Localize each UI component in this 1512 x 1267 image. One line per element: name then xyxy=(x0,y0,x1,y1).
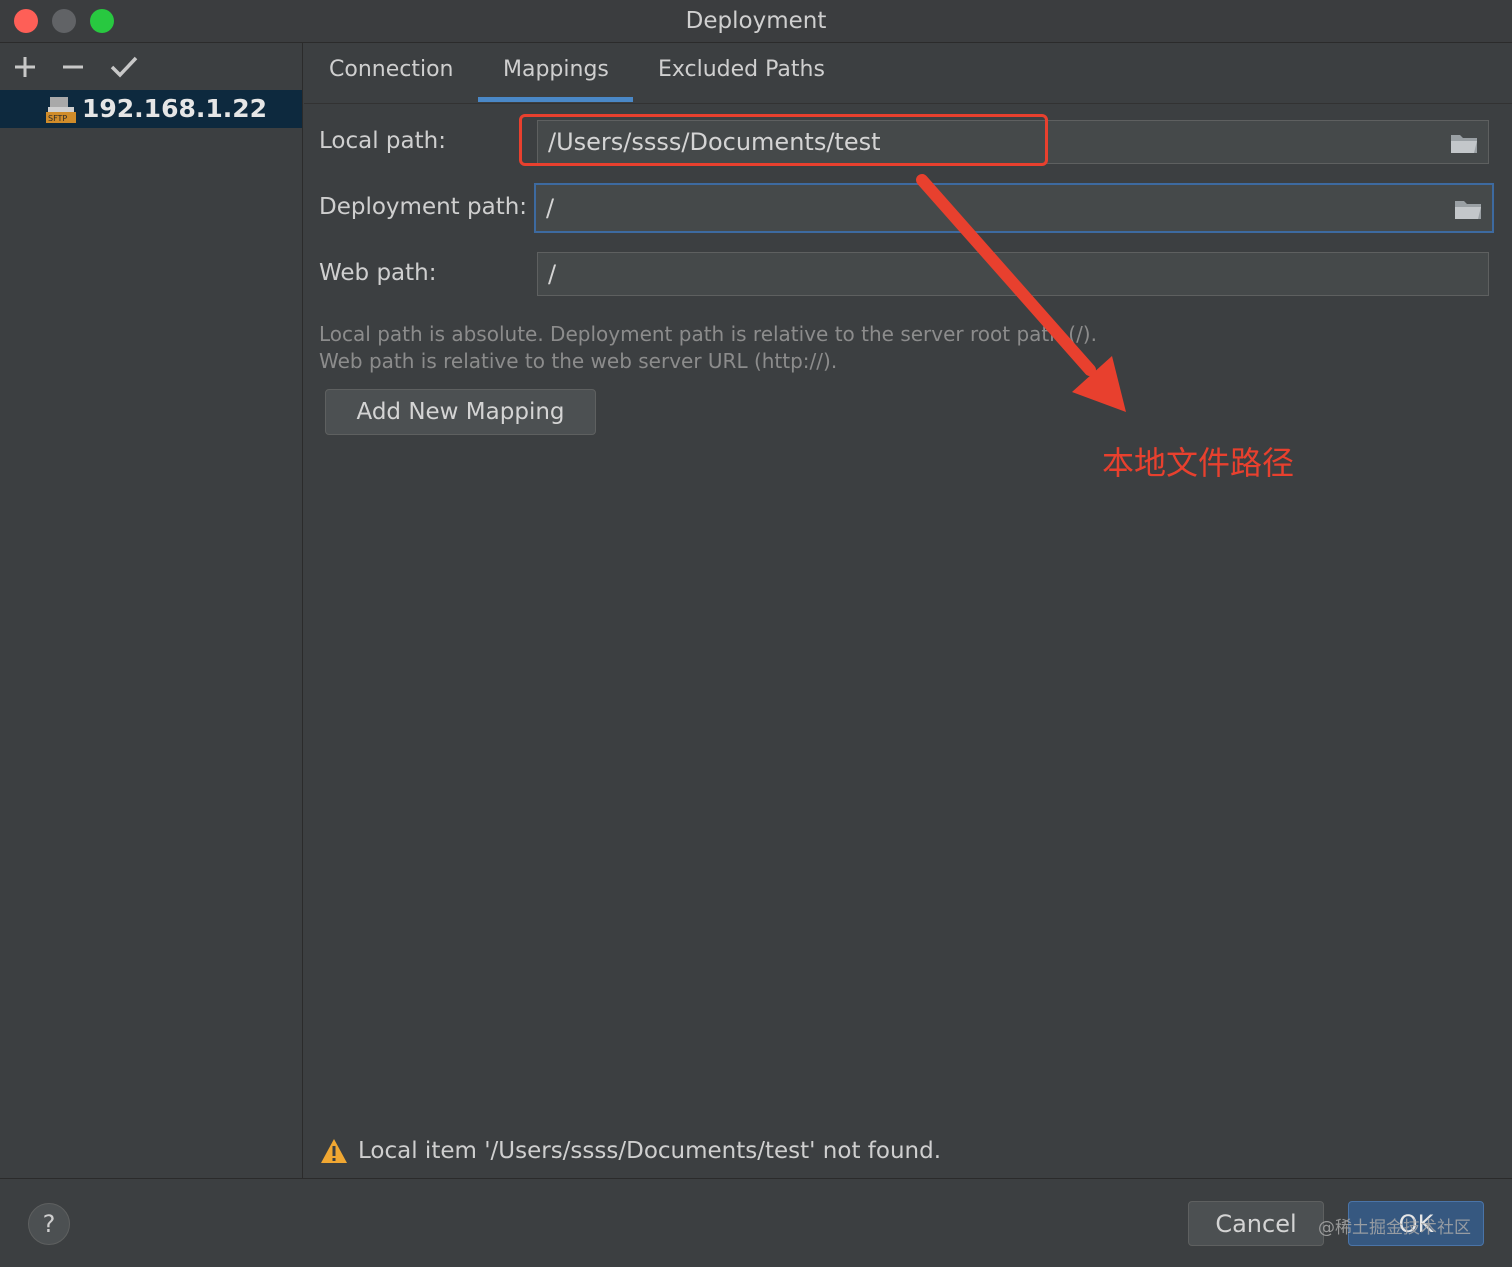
folder-icon[interactable] xyxy=(1450,132,1478,154)
active-tab-indicator xyxy=(478,97,633,102)
plus-icon xyxy=(15,57,35,77)
check-icon xyxy=(110,56,138,78)
window-title: Deployment xyxy=(685,8,827,34)
annotation-arrow-icon xyxy=(916,174,1126,412)
title-bar: Deployment xyxy=(0,0,1512,43)
cancel-button[interactable]: Cancel xyxy=(1188,1201,1324,1246)
sftp-server-icon: SFTP xyxy=(46,97,76,123)
warning-icon xyxy=(321,1139,347,1163)
annotation-highlight-box xyxy=(519,114,1048,166)
tab-connection[interactable]: Connection xyxy=(329,57,453,82)
watermark: @稀土掘金技术社区 xyxy=(1318,1218,1471,1238)
help-button[interactable]: ? xyxy=(28,1203,70,1245)
deployment-path-value: / xyxy=(546,194,555,222)
warning-message: Local item '/Users/ssss/Documents/test' … xyxy=(320,1138,941,1164)
web-path-value: / xyxy=(548,260,557,288)
hint-line-2: Web path is relative to the web server U… xyxy=(319,349,838,373)
folder-icon[interactable] xyxy=(1454,198,1482,220)
web-path-label: Web path: xyxy=(319,260,437,286)
minus-icon xyxy=(63,65,83,69)
warning-text: Local item '/Users/ssss/Documents/test' … xyxy=(358,1138,942,1164)
add-new-mapping-button[interactable]: Add New Mapping xyxy=(325,389,596,435)
deployment-path-label: Deployment path: xyxy=(319,194,528,220)
annotation-label: 本地文件路径 xyxy=(1102,444,1295,482)
svg-text:SFTP: SFTP xyxy=(48,114,67,123)
add-server-button[interactable] xyxy=(7,49,43,85)
tab-excluded-paths[interactable]: Excluded Paths xyxy=(658,57,825,82)
dialog-footer: ? Cancel OK @稀土掘金技术社区 xyxy=(0,1178,1512,1267)
tab-mappings[interactable]: Mappings xyxy=(503,57,609,82)
server-list-panel: SFTP 192.168.1.22 xyxy=(0,43,303,1178)
remove-server-button[interactable] xyxy=(55,49,91,85)
server-list-item[interactable]: SFTP 192.168.1.22 xyxy=(0,90,302,128)
local-path-label: Local path: xyxy=(319,128,446,154)
tab-bar: Connection Mappings Excluded Paths xyxy=(304,43,1512,104)
deployment-dialog: Deployment SFTP 192.168.1.22 Connection … xyxy=(0,0,1512,1267)
set-default-server-button[interactable] xyxy=(106,49,142,85)
server-label: 192.168.1.22 xyxy=(82,94,268,123)
